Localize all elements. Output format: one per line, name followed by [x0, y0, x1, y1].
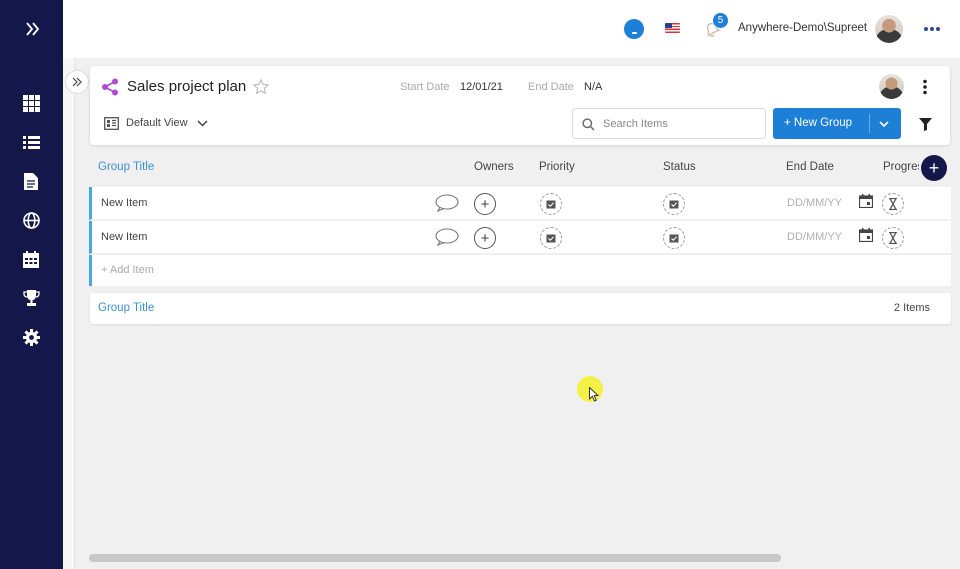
filter-icon[interactable]	[919, 118, 932, 131]
top-bar: 5 Anywhere-Demo\Supreet	[63, 0, 960, 58]
secondary-panel-strip	[63, 58, 75, 569]
group-item-count: 2 Items	[893, 302, 930, 314]
search-input[interactable]	[603, 115, 758, 133]
group-title-header[interactable]: Group Title	[98, 161, 154, 173]
priority-picker-icon[interactable]	[540, 193, 562, 215]
globe-icon[interactable]	[21, 210, 41, 230]
share-icon[interactable]	[101, 78, 119, 96]
status-picker-icon[interactable]	[663, 227, 685, 249]
expand-sidebar-icon[interactable]	[22, 18, 44, 40]
owners-column-header[interactable]: Owners	[474, 161, 514, 173]
chevron-down-icon[interactable]	[196, 117, 209, 130]
group-title[interactable]: Group Title	[98, 302, 154, 314]
mouse-pointer-icon	[589, 386, 600, 402]
add-owner-button[interactable]: +	[474, 193, 496, 215]
grid-icon[interactable]	[21, 93, 41, 113]
add-item-row[interactable]: + Add Item	[89, 255, 951, 286]
expand-panel-button[interactable]	[65, 70, 89, 94]
collapsed-group[interactable]: Group Title 2 Items	[90, 293, 951, 324]
more-options-icon[interactable]	[922, 22, 942, 36]
end-date-value[interactable]: N/A	[584, 81, 602, 93]
comment-icon[interactable]	[435, 228, 459, 247]
priority-picker-icon[interactable]	[540, 227, 562, 249]
project-title: Sales project plan	[127, 78, 247, 95]
view-layout-icon[interactable]	[104, 117, 119, 130]
comment-icon[interactable]	[435, 194, 459, 213]
search-icon	[582, 118, 595, 131]
search-box[interactable]	[572, 108, 766, 139]
project-header: Sales project plan Start Date 12/01/21 E…	[90, 66, 950, 145]
plus-icon: +	[928, 158, 940, 178]
add-item-label[interactable]: + Add Item	[101, 264, 154, 276]
table-row[interactable]: New Item + DD/MM/YY	[89, 187, 951, 220]
start-date-value[interactable]: 12/01/21	[460, 81, 503, 93]
star-icon[interactable]	[252, 78, 270, 96]
priority-column-header[interactable]: Priority	[539, 161, 575, 173]
user-name[interactable]: Anywhere-Demo\Supreet	[738, 22, 867, 34]
document-icon[interactable]	[21, 171, 41, 191]
kebab-menu-icon[interactable]	[920, 79, 930, 95]
progress-hourglass-icon[interactable]	[882, 227, 904, 249]
progress-column-header[interactable]: Progres	[883, 161, 919, 173]
us-flag-icon[interactable]	[665, 23, 680, 33]
trophy-icon[interactable]	[21, 288, 41, 308]
project-owner-avatar[interactable]	[879, 74, 904, 99]
progress-hourglass-icon[interactable]	[882, 193, 904, 215]
status-picker-icon[interactable]	[663, 193, 685, 215]
end-date-placeholder[interactable]: DD/MM/YY	[787, 197, 842, 209]
new-group-dropdown-icon[interactable]	[877, 117, 891, 131]
item-name[interactable]: New Item	[101, 231, 147, 243]
start-date-label: Start Date	[400, 81, 450, 93]
double-chevron-right-icon	[72, 77, 82, 87]
calendar-icon[interactable]	[21, 249, 41, 269]
add-column-button[interactable]: +	[921, 155, 947, 181]
horizontal-scrollbar[interactable]	[89, 554, 781, 562]
sidebar	[0, 0, 63, 569]
status-column-header[interactable]: Status	[663, 161, 696, 173]
button-divider	[869, 114, 870, 133]
add-owner-button[interactable]: +	[474, 227, 496, 249]
end-date-column-header[interactable]: End Date	[786, 161, 834, 173]
end-date-label: End Date	[528, 81, 574, 93]
user-avatar[interactable]	[875, 15, 903, 43]
item-name[interactable]: New Item	[101, 197, 147, 209]
end-date-placeholder[interactable]: DD/MM/YY	[787, 231, 842, 243]
new-group-button[interactable]: + New Group	[773, 108, 901, 139]
new-group-label: + New Group	[784, 117, 853, 129]
chat-icon[interactable]	[624, 19, 644, 39]
notification-badge: 5	[712, 12, 729, 29]
gear-icon[interactable]	[21, 327, 41, 347]
table-row[interactable]: New Item + DD/MM/YY	[89, 221, 951, 254]
list-icon[interactable]	[21, 132, 41, 152]
calendar-picker-icon[interactable]	[858, 194, 874, 209]
view-selector-label[interactable]: Default View	[126, 117, 188, 129]
calendar-picker-icon[interactable]	[858, 228, 874, 243]
